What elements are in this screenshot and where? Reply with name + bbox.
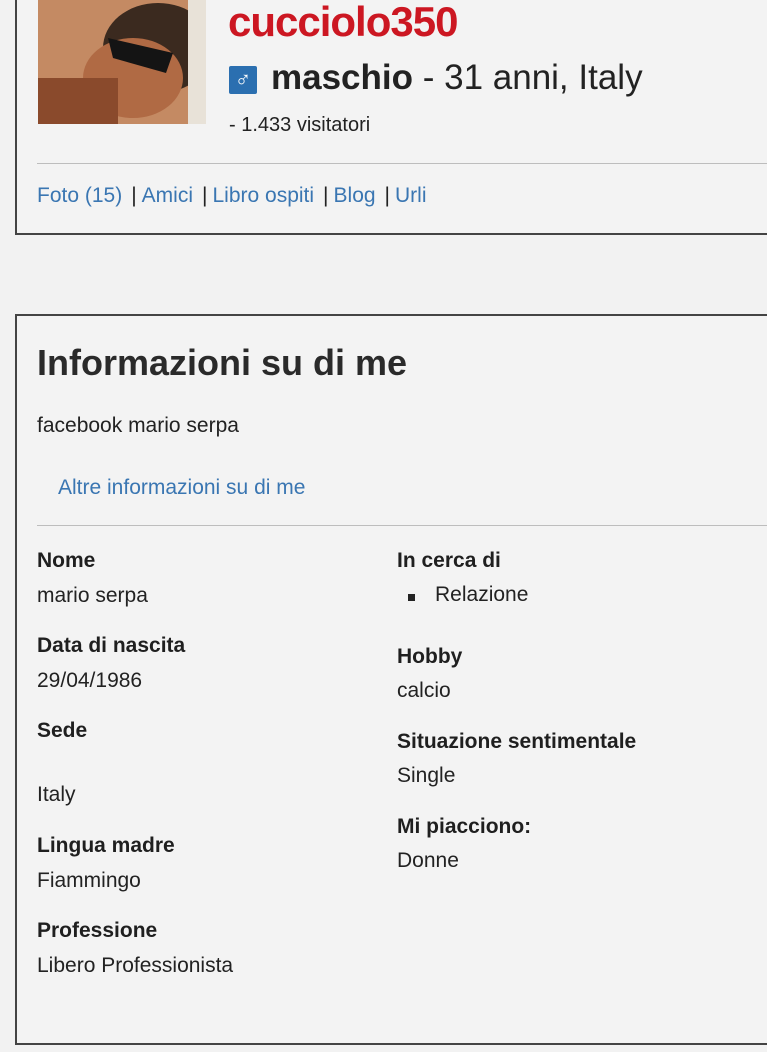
- section-title: Informazioni su di me: [37, 342, 408, 383]
- looking-for-item: Relazione: [435, 583, 529, 606]
- about-me-card: Informazioni su di me facebook mario ser…: [15, 314, 767, 1045]
- gender-label: maschio: [271, 58, 413, 97]
- avatar[interactable]: [38, 0, 206, 124]
- more-info-link[interactable]: Altre informazioni su di me: [58, 476, 305, 500]
- language-value: Fiammingo: [37, 869, 141, 892]
- likes-label: Mi piacciono:: [397, 815, 532, 838]
- name-value: mario serpa: [37, 584, 148, 607]
- relationship-status-label: Situazione sentimentale: [397, 730, 637, 753]
- seat-value: Italy: [37, 783, 76, 806]
- language-label: Lingua madre: [37, 834, 175, 857]
- likes-value: Donne: [397, 849, 459, 872]
- name-label: Nome: [37, 549, 96, 572]
- profile-username[interactable]: cucciolo350: [228, 0, 458, 46]
- profession-value: Libero Professionista: [37, 954, 234, 977]
- looking-for-label: In cerca di: [397, 549, 501, 572]
- profile-nav: Foto (15) | Amici | Libro ospiti | Blog | Urli: [37, 184, 427, 208]
- bullet-icon: [408, 594, 415, 601]
- nav-link-amici[interactable]: Amici: [142, 184, 193, 207]
- birth-date-label: Data di nascita: [37, 634, 186, 657]
- seat-label: Sede: [37, 719, 88, 742]
- nav-link-blog[interactable]: Blog: [334, 184, 376, 207]
- nav-link-urli[interactable]: Urli: [395, 184, 427, 207]
- relationship-status-value: Single: [397, 764, 456, 787]
- about-divider: [37, 525, 767, 526]
- header-divider: [37, 163, 767, 164]
- birth-date-value: 29/04/1986: [37, 669, 143, 692]
- hobby-label: Hobby: [397, 645, 463, 668]
- nav-separator: |: [131, 184, 137, 207]
- profession-label: Professione: [37, 919, 158, 942]
- avatar-photo: [38, 0, 206, 124]
- profile-header-card: cucciolo350 ♂ maschio - 31 anni, Italy - …: [15, 0, 767, 235]
- about-text: facebook mario serpa: [37, 414, 239, 437]
- nav-separator: |: [202, 184, 208, 207]
- visitor-count: - 1.433 visitatori: [229, 114, 371, 136]
- nav-separator: |: [323, 184, 329, 207]
- nav-link-foto[interactable]: Foto (15): [37, 184, 122, 207]
- male-symbol-icon: ♂: [229, 65, 257, 94]
- gender-age-line: ♂ maschio - 31 anni, Italy: [229, 58, 643, 98]
- age-location: - 31 anni, Italy: [413, 58, 643, 97]
- hobby-value: calcio: [397, 679, 451, 702]
- nav-separator: |: [384, 184, 391, 207]
- nav-link-libro-ospiti[interactable]: Libro ospiti: [212, 184, 314, 207]
